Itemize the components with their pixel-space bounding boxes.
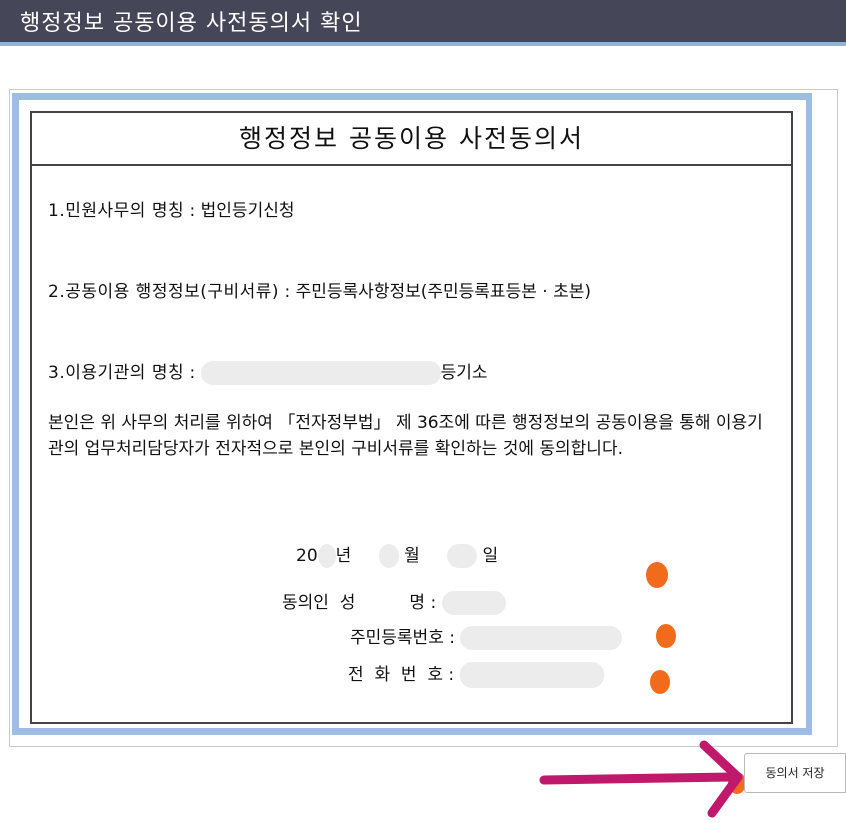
- redacted-month: [378, 544, 399, 568]
- civil-affairs-name-value: 법인등기신청: [200, 201, 295, 221]
- institution-name-suffix: 등기소: [440, 363, 488, 383]
- day-label: 일: [482, 546, 499, 566]
- pointer-arrow-icon: [539, 740, 743, 818]
- redacted-year: [317, 544, 336, 568]
- month-label: 월: [404, 546, 420, 566]
- phone-row: 전 화 번 호 :: [348, 660, 604, 688]
- separator: :: [425, 593, 437, 613]
- window-titlebar: 행정정보 공동이용 사전동의서 확인: [0, 0, 846, 46]
- institution-name-label: 3.이용기관의 명칭: [48, 363, 185, 383]
- window-title: 행정정보 공동이용 사전동의서 확인: [20, 11, 363, 36]
- orange-marker-dot: [656, 624, 676, 648]
- shared-info-value: 주민등록사항정보(주민등록표등본 · 초본): [295, 282, 591, 302]
- resident-number-label: 주민등록번호: [350, 628, 444, 648]
- separator: :: [184, 363, 201, 383]
- year-prefix: 20: [296, 546, 318, 566]
- institution-name-row: 3.이용기관의 명칭 : 등기소: [48, 358, 488, 385]
- document-title-row: 행정정보 공동이용 사전동의서: [32, 113, 791, 166]
- redacted-day: [447, 544, 478, 568]
- phone-label: 전 화 번 호: [348, 665, 443, 685]
- separator: :: [279, 282, 296, 302]
- civil-affairs-name-label: 1.민원사무의 명칭: [48, 201, 185, 221]
- consent-statement: 본인은 위 사무의 처리를 위하여 「전자정부법」 제 36조에 따른 행정정보…: [48, 413, 763, 459]
- consent-date: 20 년 월 일: [296, 541, 498, 568]
- shared-info-label: 2.공동이용 행정정보(구비서류): [48, 282, 280, 302]
- redacted-consenter-name: [441, 591, 506, 615]
- consenter-name-label: 동의인 성 명: [282, 593, 426, 613]
- separator: :: [184, 201, 201, 221]
- consent-document: 행정정보 공동이용 사전동의서 1.민원사무의 명칭 : 법인등기신청 2.공동…: [30, 111, 793, 724]
- consenter-name-row: 동의인 성 명 :: [282, 588, 506, 615]
- redacted-phone-number: [459, 662, 604, 688]
- year-label: 년: [335, 546, 352, 566]
- redacted-resident-number: [460, 626, 623, 650]
- civil-affairs-name-row: 1.민원사무의 명칭 : 법인등기신청: [48, 196, 295, 221]
- orange-marker-dot: [646, 562, 668, 588]
- separator: :: [443, 628, 455, 648]
- separator: :: [442, 665, 455, 685]
- document-title: 행정정보 공동이용 사전동의서: [239, 124, 584, 153]
- redacted-institution-name: [200, 361, 441, 385]
- shared-info-row: 2.공동이용 행정정보(구비서류) : 주민등록사항정보(주민등록표등본 · 초…: [48, 277, 591, 302]
- orange-marker-dot: [650, 670, 670, 694]
- save-consent-button[interactable]: 동의서 저장: [744, 753, 846, 793]
- resident-number-row: 주민등록번호 :: [350, 623, 623, 650]
